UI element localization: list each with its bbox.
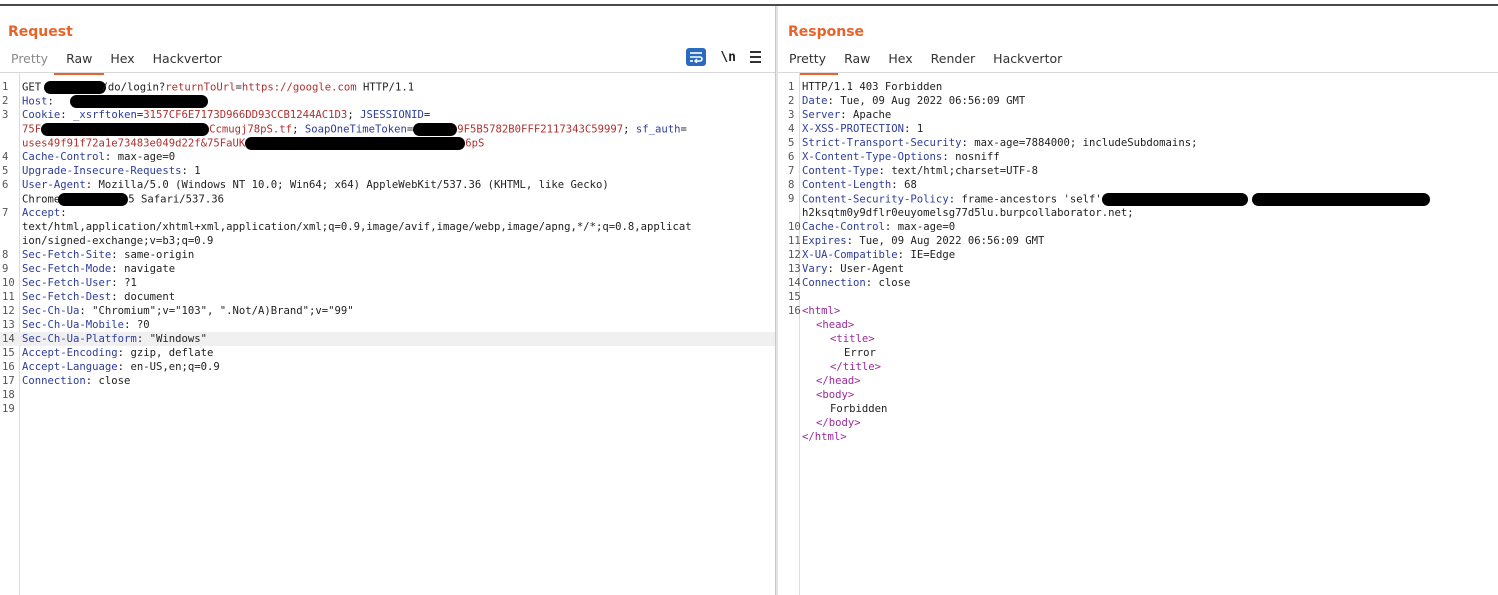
request-line: text/html,application/xhtml+xml,applicat…: [22, 221, 692, 233]
request-line: 16 Accept-Language: en-US,en;q=0.9: [2, 361, 220, 373]
redaction-mark: [43, 80, 106, 94]
response-line: 7 Content-Type: text/html;charset=UTF-8: [788, 165, 1039, 177]
response-tabs: Pretty Raw Hex Render Hackvertor: [778, 49, 1071, 75]
request-line: 13 Sec-Ch-Ua-Mobile: ?0: [2, 319, 150, 331]
request-line: 9 Sec-Fetch-Mode: navigate: [2, 263, 176, 275]
request-line: Chrome 5 Safari/537.36: [22, 192, 224, 206]
request-line: 19: [2, 403, 15, 415]
redaction-mark: [245, 136, 466, 150]
wrap-lines-icon: [690, 52, 704, 63]
response-lines: 1 HTTP/1.1 403 Forbidden 2 Date: Tue, 09 A…: [778, 80, 1498, 444]
redaction-mark: [413, 122, 458, 136]
request-line: 75F Ccmugj78pS.tf; SoapOneTimeToken= 9F5B5…: [22, 122, 687, 136]
response-tab-raw[interactable]: Raw: [844, 49, 870, 73]
request-line: 12 Sec-Ch-Ua: "Chromium";v="103", ".Not/A…: [2, 305, 354, 317]
request-tab-hackvertor[interactable]: Hackvertor: [153, 49, 222, 73]
response-line: </html>: [802, 431, 847, 443]
redaction-mark: [41, 122, 210, 136]
redaction-mark: [58, 192, 129, 206]
request-line: ion/signed-exchange;v=b3;q=0.9: [22, 235, 214, 247]
request-line: 17 Connection: close: [2, 375, 131, 387]
redaction-mark: [1101, 192, 1248, 206]
request-line: 5 Upgrade-Insecure-Requests: 1: [2, 165, 201, 177]
response-line: 9 Content-Security-Policy: frame-ancestor…: [778, 192, 1498, 206]
response-line: Forbidden: [830, 403, 888, 415]
request-editor[interactable]: 1 GET /do/login?returnToUrl=https://googl…: [0, 72, 775, 595]
request-line: 15 Accept-Encoding: gzip, deflate: [2, 347, 214, 359]
response-line: 5 Strict-Transport-Security: max-age=7884…: [788, 137, 1198, 149]
response-line: </body>: [816, 417, 861, 429]
response-line: </title>: [830, 361, 882, 373]
response-line: 11 Expires: Tue, 09 Aug 2022 06:56:09 GMT: [788, 235, 1045, 247]
response-line: 12 X-UA-Compatible: IE=Edge: [788, 249, 956, 261]
word-wrap-icon[interactable]: [686, 48, 707, 66]
request-line-current: 14 Sec-Ch-Ua-Platform: "Windows": [0, 332, 775, 346]
request-line: 3 Cookie: _xsrftoken=3157CF6E7173D966DD93…: [2, 109, 431, 121]
response-line: 6 X-Content-Type-Options: nosniff: [788, 151, 1000, 163]
response-tab-pretty[interactable]: Pretty: [778, 49, 839, 75]
request-tabs: Pretty Raw Hex Hackvertor: [2, 49, 231, 75]
request-tab-pretty[interactable]: Pretty: [11, 49, 48, 73]
request-line: 18: [2, 389, 15, 401]
request-lines: 1 GET /do/login?returnToUrl=https://googl…: [0, 80, 775, 416]
hamburger-menu-icon[interactable]: [750, 51, 761, 63]
response-line: <head>: [816, 319, 855, 331]
request-tab-raw[interactable]: Raw: [53, 49, 105, 75]
response-line: 2 Date: Tue, 09 Aug 2022 06:56:09 GMT: [788, 95, 1026, 107]
response-line: 14 Connection: close: [788, 277, 911, 289]
response-panel: Response Pretty Raw Hex Render Hackverto…: [778, 6, 1498, 595]
response-line: 16 <html>: [788, 305, 841, 317]
show-newlines-button[interactable]: \n: [720, 50, 736, 65]
response-line: 10 Cache-Control: max-age=0: [788, 221, 956, 233]
response-title: Response: [788, 24, 865, 40]
response-line: 8 Content-Length: 68: [788, 179, 917, 191]
response-line: Error: [844, 347, 876, 359]
redaction-mark: [1251, 192, 1430, 206]
response-line: 15: [788, 291, 801, 303]
request-line: 1 GET /do/login?returnToUrl=https://googl…: [2, 80, 415, 94]
request-line: 11 Sec-Fetch-Dest: document: [2, 291, 176, 303]
response-line: 13 Vary: User-Agent: [788, 263, 905, 275]
request-tab-hex[interactable]: Hex: [110, 49, 134, 73]
request-line: 7 Accept:: [2, 207, 67, 219]
request-line: 2 Host:: [0, 94, 775, 108]
response-line: 4 X-XSS-PROTECTION: 1: [788, 123, 924, 135]
response-line: <body>: [816, 389, 855, 401]
request-line: 10 Sec-Fetch-User: ?1: [2, 277, 137, 289]
response-tab-render[interactable]: Render: [931, 49, 976, 73]
request-editor-toolbar: \n: [686, 48, 761, 66]
response-editor[interactable]: 1 HTTP/1.1 403 Forbidden 2 Date: Tue, 09 A…: [778, 72, 1498, 595]
request-line: 6 User-Agent: Mozilla/5.0 (Windows NT 10.…: [2, 179, 609, 191]
response-line: </head>: [816, 375, 861, 387]
request-panel: Request Pretty Raw Hex Hackvertor \n 1 GE…: [0, 6, 775, 595]
response-tab-hex[interactable]: Hex: [888, 49, 912, 73]
redaction-mark: [70, 94, 209, 108]
response-tab-hackvertor[interactable]: Hackvertor: [993, 49, 1062, 73]
request-line: uses49f91f72a1e73483e049d22f&75FaUK 6pS: [22, 136, 485, 150]
response-line: h2ksqtm0y9dflr0euyomelsg77d5lu.burpcolla…: [802, 207, 1134, 219]
request-line: 4 Cache-Control: max-age=0: [2, 151, 176, 163]
request-title: Request: [8, 24, 73, 40]
response-line: 1 HTTP/1.1 403 Forbidden: [788, 81, 943, 93]
request-line: 8 Sec-Fetch-Site: same-origin: [2, 249, 195, 261]
response-line: <title>: [830, 333, 875, 345]
response-line: 3 Server: Apache: [788, 109, 892, 121]
